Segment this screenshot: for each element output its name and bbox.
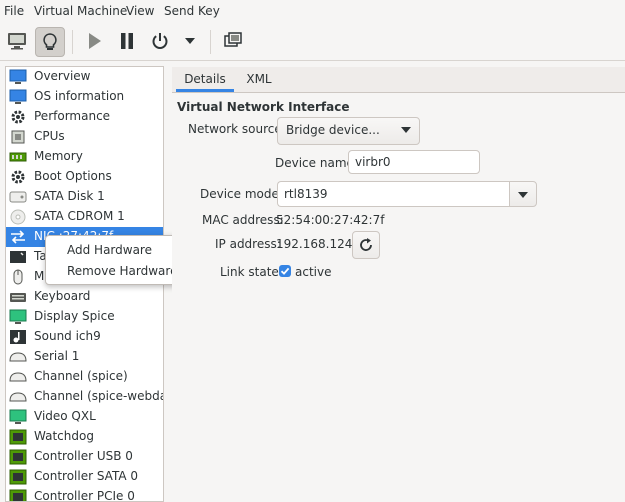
sidebar-item-sata-cdrom[interactable]: SATA CDROM 1 (6, 207, 163, 227)
sidebar-item-watchdog[interactable]: Watchdog (6, 427, 163, 447)
sidebar-item-cpus[interactable]: CPUs (6, 127, 163, 147)
gear-icon (11, 110, 25, 124)
monitor-icon (9, 89, 27, 104)
channel-icon (9, 372, 27, 382)
sidebar-item-video-qxl[interactable]: Video QXL (6, 407, 163, 427)
menu-view[interactable]: View (126, 4, 154, 18)
play-icon (89, 33, 101, 49)
lightbulb-icon (43, 33, 57, 50)
checkmark-icon (280, 267, 290, 275)
remove-hardware-menu-item[interactable]: Remove Hardware (46, 261, 187, 281)
power-icon (152, 33, 168, 49)
cpu-icon (11, 130, 25, 144)
tab-xml[interactable]: XML (236, 67, 282, 92)
add-hardware-menu-item[interactable]: Add Hardware (46, 240, 187, 260)
device-model-dropdown-button[interactable] (509, 181, 537, 207)
tab-details[interactable]: Details (176, 67, 234, 92)
network-source-dropdown[interactable]: Bridge device... (277, 117, 420, 145)
device-name-field[interactable] (348, 150, 480, 174)
monitor-icon (9, 69, 27, 84)
keyboard-icon (10, 293, 26, 302)
gear-icon (11, 170, 25, 184)
details-button[interactable] (35, 27, 65, 57)
sidebar-item-controller-sata[interactable]: Controller SATA 0 (6, 467, 163, 487)
pause-button[interactable] (113, 27, 141, 55)
mouse-icon (13, 269, 23, 285)
sidebar-item-os-information[interactable]: OS information (6, 87, 163, 107)
section-title: Virtual Network Interface (177, 100, 350, 114)
menu-virtual-machine[interactable]: Virtual Machine (34, 4, 127, 18)
chevron-down-icon (185, 38, 195, 44)
disk-icon (9, 191, 27, 203)
mac-address-value: 52:54:00:27:42:7f (276, 213, 385, 227)
menubar: File Virtual Machine View Send Key (0, 0, 625, 25)
sidebar-item-channel-spice[interactable]: Channel (spice) (6, 367, 163, 387)
fullscreen-button[interactable] (219, 27, 247, 55)
cdrom-icon (10, 209, 26, 225)
chip-icon (9, 489, 27, 501)
sound-icon (10, 330, 26, 344)
sidebar-item-sata-disk[interactable]: SATA Disk 1 (6, 187, 163, 207)
device-name-label: Device name: (275, 156, 358, 170)
memory-icon (9, 152, 27, 162)
link-state-value: active (295, 265, 332, 279)
tab-bar: Details XML (172, 67, 625, 93)
network-source-label: Network source: (188, 122, 286, 136)
mac-address-label: MAC address: (202, 213, 284, 227)
chip-icon (9, 469, 27, 485)
context-menu: Add Hardware Remove Hardware (45, 235, 188, 285)
chip-icon (9, 449, 27, 465)
device-model-entry[interactable]: rtl8139 (277, 181, 509, 207)
chip-icon (9, 429, 27, 445)
network-icon (11, 230, 25, 244)
shutdown-button[interactable] (146, 27, 174, 55)
sidebar-item-keyboard[interactable]: Keyboard (6, 287, 163, 307)
ip-address-value: 192.168.124.4 (276, 237, 364, 251)
console-button[interactable] (3, 27, 31, 55)
device-model-combo[interactable]: rtl8139 (277, 181, 537, 207)
toolbar (0, 24, 625, 61)
sidebar-item-sound[interactable]: Sound ich9 (6, 327, 163, 347)
sidebar-item-serial[interactable]: Serial 1 (6, 347, 163, 367)
sidebar-item-memory[interactable]: Memory (6, 147, 163, 167)
refresh-icon (360, 238, 372, 251)
shutdown-menu-button[interactable] (176, 27, 204, 55)
menu-send-key[interactable]: Send Key (164, 4, 220, 18)
monitor-icon (8, 33, 26, 50)
chevron-down-icon (518, 192, 528, 198)
link-state-label: Link state: (220, 265, 283, 279)
run-button[interactable] (80, 27, 108, 55)
device-model-label: Device model: (200, 187, 287, 201)
chevron-down-icon (401, 127, 411, 133)
menu-file[interactable]: File (4, 4, 24, 18)
pause-icon (121, 33, 133, 49)
sidebar-item-controller-usb[interactable]: Controller USB 0 (6, 447, 163, 467)
sidebar-item-boot-options[interactable]: Boot Options (6, 167, 163, 187)
sidebar-item-overview[interactable]: Overview (6, 67, 163, 87)
display-icon (9, 409, 27, 424)
channel-icon (9, 392, 27, 402)
link-state-checkbox[interactable] (279, 265, 291, 277)
refresh-ip-button[interactable] (352, 231, 380, 259)
details-panel: Virtual Network Interface Network source… (172, 93, 625, 500)
screenshot-icon (224, 32, 242, 47)
display-icon (9, 309, 27, 324)
ip-address-label: IP address: (215, 237, 281, 251)
tablet-icon (10, 251, 26, 263)
sidebar-item-display-spice[interactable]: Display Spice (6, 307, 163, 327)
sidebar-item-channel-spice-webdav[interactable]: Channel (spice-webdav) (6, 387, 163, 407)
sidebar-item-performance[interactable]: Performance (6, 107, 163, 127)
serial-icon (9, 352, 27, 362)
